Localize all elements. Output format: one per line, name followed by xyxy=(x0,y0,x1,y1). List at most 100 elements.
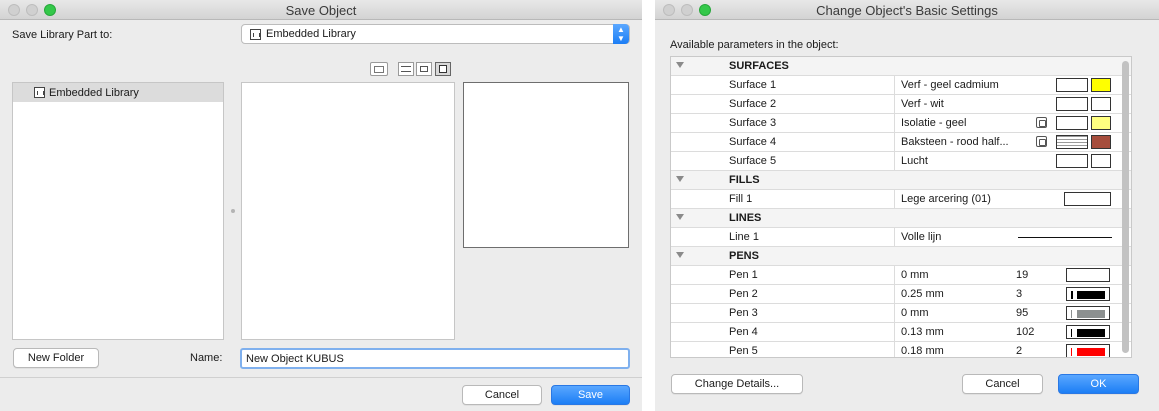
pen-swatch xyxy=(1066,306,1110,320)
group-label: FILLS xyxy=(729,174,760,186)
surface-swatch xyxy=(1056,97,1088,111)
disclosure-triangle-icon[interactable] xyxy=(676,214,684,220)
table-row[interactable]: Pen 5 0.18 mm 2 xyxy=(671,342,1131,357)
param-value: 0.25 mm xyxy=(901,288,944,300)
fill-swatch xyxy=(1064,192,1111,206)
library-tree-panel: Embedded Library xyxy=(12,82,224,340)
param-value: 0.13 mm xyxy=(901,326,944,338)
pen-number: 102 xyxy=(1016,326,1035,338)
disclosure-triangle-icon[interactable] xyxy=(676,252,684,258)
ok-button[interactable]: OK xyxy=(1058,374,1139,394)
param-value: 0 mm xyxy=(901,269,929,281)
param-name: Fill 1 xyxy=(729,193,753,205)
param-name: Surface 2 xyxy=(729,98,777,110)
preview-panel xyxy=(463,82,629,248)
change-details-button[interactable]: Change Details... xyxy=(671,374,803,394)
change-settings-title: Change Object's Basic Settings xyxy=(816,3,998,18)
param-name: Pen 1 xyxy=(729,269,758,281)
save-object-title: Save Object xyxy=(285,3,357,18)
grid-view-icon[interactable] xyxy=(416,62,432,76)
texture-map-icon xyxy=(1036,136,1047,147)
new-folder-view-icon[interactable] xyxy=(370,62,388,76)
param-name: Pen 5 xyxy=(729,345,758,357)
preview-view-icon[interactable] xyxy=(435,62,451,76)
surface-color-swatch xyxy=(1091,97,1111,111)
splitter-handle[interactable] xyxy=(231,209,235,213)
table-row[interactable]: Surface 1 Verf - geel cadmium xyxy=(671,76,1131,95)
param-name: Surface 3 xyxy=(729,117,777,129)
pen-swatch xyxy=(1066,325,1110,339)
param-value: 0 mm xyxy=(901,307,929,319)
param-name: Surface 5 xyxy=(729,155,777,167)
param-value: Verf - wit xyxy=(901,98,944,110)
table-row[interactable]: Pen 1 0 mm 19 xyxy=(671,266,1131,285)
new-folder-button[interactable]: New Folder xyxy=(13,348,99,368)
group-label: SURFACES xyxy=(729,60,789,72)
param-name: Pen 2 xyxy=(729,288,758,300)
param-name: Line 1 xyxy=(729,231,759,243)
group-row-fills[interactable]: FILLS xyxy=(671,171,1131,190)
param-value: Volle lijn xyxy=(901,231,942,243)
group-label: LINES xyxy=(729,212,762,224)
param-value: Lucht xyxy=(901,155,928,167)
table-row[interactable]: Pen 4 0.13 mm 102 xyxy=(671,323,1131,342)
table-row[interactable]: Surface 4 Baksteen - rood half... xyxy=(671,133,1131,152)
param-value: Isolatie - geel xyxy=(901,117,967,129)
pen-number: 3 xyxy=(1016,288,1023,300)
disclosure-triangle-icon[interactable] xyxy=(676,62,684,68)
list-view-icon[interactable] xyxy=(398,62,414,76)
parameters-table: SURFACES Surface 1 Verf - geel cadmium S… xyxy=(670,56,1132,358)
pen-swatch xyxy=(1066,268,1110,282)
texture-map-icon xyxy=(1036,117,1047,128)
change-settings-titlebar: Change Object's Basic Settings xyxy=(655,0,1159,20)
group-row-lines[interactable]: LINES xyxy=(671,209,1131,228)
surface-color-swatch xyxy=(1091,154,1111,168)
save-button[interactable]: Save xyxy=(551,385,630,405)
param-value: Lege arcering (01) xyxy=(901,193,991,205)
table-row[interactable]: Fill 1 Lege arcering (01) xyxy=(671,190,1131,209)
save-object-window: Save Object Save Library Part to: Embedd… xyxy=(0,0,642,411)
param-name: Surface 1 xyxy=(729,79,777,91)
disclosure-triangle-icon[interactable] xyxy=(676,176,684,182)
table-scrollbar[interactable] xyxy=(1122,61,1129,353)
table-row[interactable]: Line 1 Volle lijn xyxy=(671,228,1131,247)
table-row[interactable]: Pen 3 0 mm 95 xyxy=(671,304,1131,323)
surface-color-swatch xyxy=(1091,116,1111,130)
group-label: PENS xyxy=(729,250,759,262)
param-name: Surface 4 xyxy=(729,136,777,148)
surface-color-swatch xyxy=(1091,135,1111,149)
footer-divider xyxy=(0,377,642,378)
name-input[interactable] xyxy=(240,348,630,369)
param-value: Verf - geel cadmium xyxy=(901,79,999,91)
library-contents-panel xyxy=(241,82,455,340)
group-row-surfaces[interactable]: SURFACES xyxy=(671,57,1131,76)
change-settings-window: Change Object's Basic Settings Available… xyxy=(655,0,1159,411)
param-name: Pen 3 xyxy=(729,307,758,319)
table-row[interactable]: Surface 3 Isolatie - geel xyxy=(671,114,1131,133)
select-arrows-icon[interactable]: ▲ ▼ xyxy=(613,24,629,44)
param-value: 0.18 mm xyxy=(901,345,944,357)
tree-item-label: Embedded Library xyxy=(49,87,139,99)
cancel-button[interactable]: Cancel xyxy=(462,385,542,405)
pen-number: 2 xyxy=(1016,345,1023,357)
pen-swatch xyxy=(1066,344,1110,357)
line-type-preview xyxy=(1018,237,1112,238)
cancel-button[interactable]: Cancel xyxy=(962,374,1043,394)
tree-item-embedded-library[interactable]: Embedded Library xyxy=(13,83,223,102)
surface-hatch-swatch xyxy=(1056,135,1088,149)
group-row-pens[interactable]: PENS xyxy=(671,247,1131,266)
params-label: Available parameters in the object: xyxy=(670,39,839,51)
library-select[interactable]: Embedded Library ▲ ▼ xyxy=(241,24,630,44)
surface-swatch xyxy=(1056,116,1088,130)
save-object-titlebar: Save Object xyxy=(0,0,642,20)
save-to-label: Save Library Part to: xyxy=(12,29,113,41)
param-name: Pen 4 xyxy=(729,326,758,338)
pen-number: 19 xyxy=(1016,269,1029,281)
surface-color-swatch xyxy=(1091,78,1111,92)
table-row[interactable]: Surface 5 Lucht xyxy=(671,152,1131,171)
param-value: Baksteen - rood half... xyxy=(901,136,1009,148)
pen-number: 95 xyxy=(1016,307,1029,319)
surface-swatch xyxy=(1056,154,1088,168)
table-row[interactable]: Pen 2 0.25 mm 3 xyxy=(671,285,1131,304)
table-row[interactable]: Surface 2 Verf - wit xyxy=(671,95,1131,114)
